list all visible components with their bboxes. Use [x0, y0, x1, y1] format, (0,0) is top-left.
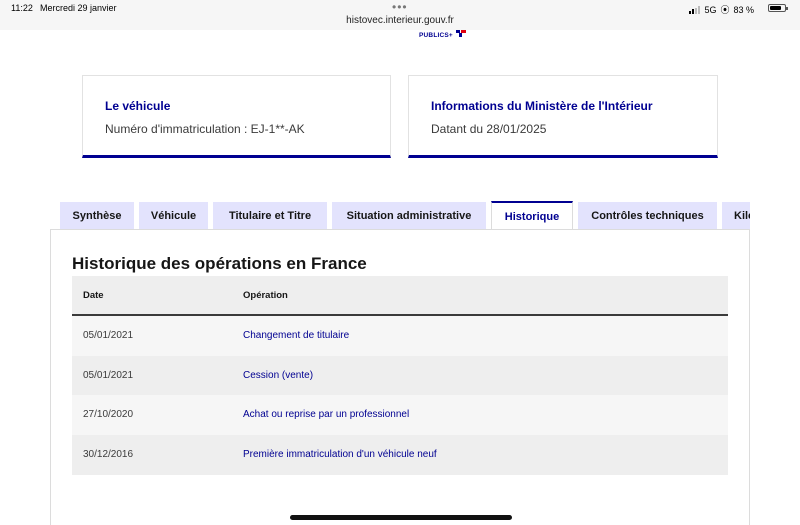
operation-link[interactable]: Changement de titulaire [243, 330, 349, 341]
battery-percent: 83 % [733, 4, 754, 15]
tab-titulaire-titre[interactable]: Titulaire et Titre [213, 202, 327, 229]
location-icon: ⦿ [720, 5, 730, 15]
table-header: Date Opération [72, 276, 728, 316]
tab-kilometrage[interactable]: Kilo [722, 202, 750, 229]
data-date: Datant du 28/01/2025 [431, 122, 547, 136]
tab-controles-techniques[interactable]: Contrôles techniques [578, 202, 717, 229]
registration-number: Numéro d'immatriculation : EJ-1**-AK [105, 122, 305, 136]
status-indicators: 5G ⦿ 83 % [689, 3, 754, 16]
operation-link[interactable]: Achat ou reprise par un professionnel [243, 409, 409, 420]
vehicle-card-title: Le véhicule [105, 99, 171, 113]
network-type: 5G [704, 4, 717, 15]
operation-link[interactable]: Cession (vente) [243, 370, 313, 381]
operation-date: 30/12/2016 [83, 449, 134, 460]
table-row: 30/12/2016 Première immatriculation d'un… [72, 435, 728, 475]
operation-date: 27/10/2020 [83, 409, 134, 420]
operation-date: 05/01/2021 [83, 330, 134, 341]
tab-synthese[interactable]: Synthèse [60, 202, 134, 229]
tab-historique[interactable]: Historique [491, 201, 573, 230]
address-bar-url[interactable]: histovec.interieur.gouv.fr [0, 15, 800, 26]
status-bar: 11:22 Mercredi 29 janvier ••• histovec.i… [0, 0, 800, 30]
more-dots-icon[interactable]: ••• [392, 0, 408, 14]
logo-mark-icon [456, 30, 466, 37]
column-header-operation: Opération [243, 290, 288, 301]
history-title: Historique des opérations en France [72, 254, 367, 273]
home-indicator[interactable] [290, 515, 512, 520]
table-row: 27/10/2020 Achat ou reprise par un profe… [72, 395, 728, 435]
signal-icon [689, 5, 701, 14]
column-header-date: Date [83, 290, 104, 301]
vehicle-card: Le véhicule Numéro d'immatriculation : E… [82, 75, 391, 158]
table-row: 05/01/2021 Changement de titulaire [72, 316, 728, 356]
status-date: Mercredi 29 janvier [40, 3, 117, 13]
tab-situation-administrative[interactable]: Situation administrative [332, 202, 486, 229]
table-row: 05/01/2021 Cession (vente) [72, 356, 728, 396]
ministry-card-title: Informations du Ministère de l'Intérieur [431, 99, 653, 113]
logo-text: PUBLICS+ [419, 32, 453, 39]
ministry-card: Informations du Ministère de l'Intérieur… [408, 75, 718, 158]
status-time: 11:22 [11, 3, 33, 13]
operation-date: 05/01/2021 [83, 370, 134, 381]
tab-vehicule[interactable]: Véhicule [139, 202, 208, 229]
operation-link[interactable]: Première immatriculation d'un véhicule n… [243, 449, 437, 460]
battery-icon [768, 4, 788, 12]
